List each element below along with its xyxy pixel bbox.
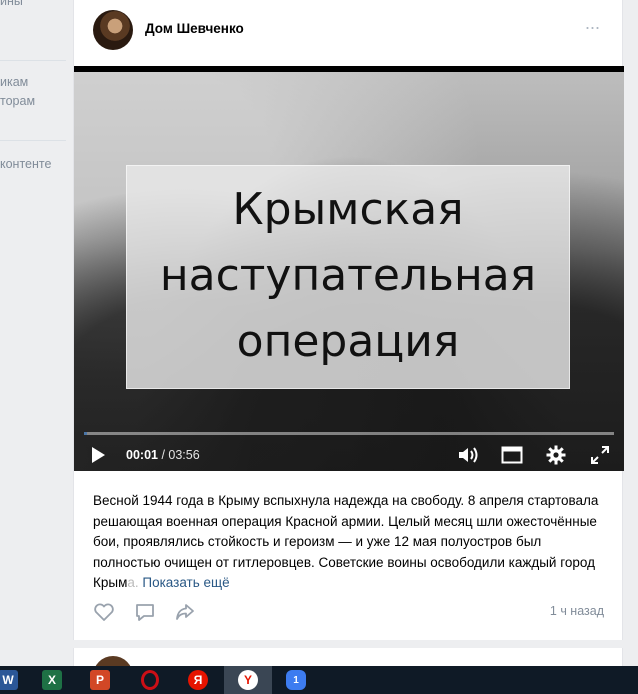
yandex-browser-icon: Y: [238, 670, 258, 690]
video-frame: Крымская наступательная операция: [74, 72, 624, 471]
volume-icon[interactable]: [454, 438, 482, 471]
video-progress-bar[interactable]: [84, 432, 614, 435]
taskbar-yandex[interactable]: Я: [174, 666, 222, 694]
author-name[interactable]: Дом Шевченко: [145, 21, 244, 36]
taskbar-app[interactable]: 1: [272, 666, 320, 694]
miniplayer-icon[interactable]: [498, 438, 526, 471]
video-title-line: наступательная: [159, 250, 537, 301]
sidebar-divider: [0, 60, 66, 61]
show-more-link[interactable]: Показать ещё: [142, 575, 229, 590]
post-text-fade: а.: [127, 575, 139, 590]
time-separator: /: [157, 448, 169, 462]
post-card: Дом Шевченко ··· Крымская наступательная…: [73, 0, 624, 640]
sidebar-item[interactable]: контенте: [0, 157, 51, 171]
comment-icon[interactable]: [133, 600, 157, 624]
fullscreen-icon[interactable]: [586, 438, 614, 471]
sidebar-item[interactable]: ины: [0, 0, 23, 8]
share-icon[interactable]: [173, 600, 197, 624]
post-header: Дом Шевченко ···: [74, 0, 622, 64]
taskbar: W X P Я Y 1: [0, 666, 638, 694]
taskbar-yandex-browser[interactable]: Y: [224, 666, 272, 694]
yandex-icon: Я: [188, 670, 208, 690]
post-text: Весной 1944 года в Крыму вспыхнула надеж…: [93, 491, 608, 594]
excel-icon: X: [42, 670, 62, 690]
video-title-box: Крымская наступательная операция: [126, 165, 570, 389]
more-options-icon[interactable]: ···: [582, 18, 602, 38]
video-controls: 00:01 / 03:56: [74, 438, 624, 471]
taskbar-powerpoint[interactable]: P: [76, 666, 124, 694]
play-icon[interactable]: [84, 438, 112, 471]
sidebar-item[interactable]: икам: [0, 75, 28, 89]
video-time: 00:01 / 03:56: [126, 448, 200, 462]
app-icon: 1: [286, 670, 306, 690]
left-sidebar: ины икам торам контенте: [0, 0, 72, 666]
settings-gear-icon[interactable]: [542, 438, 570, 471]
video-progress-fill: [84, 432, 87, 435]
post-time[interactable]: 1 ч назад: [550, 604, 604, 618]
author-avatar[interactable]: [93, 10, 133, 50]
taskbar-opera[interactable]: [126, 666, 174, 694]
like-heart-icon[interactable]: [92, 600, 116, 624]
word-icon: W: [0, 670, 18, 690]
taskbar-excel[interactable]: X: [28, 666, 76, 694]
powerpoint-icon: P: [90, 670, 110, 690]
page: ины икам торам контенте Дом Шевченко ···…: [0, 0, 638, 694]
sidebar-item[interactable]: торам: [0, 94, 35, 108]
total-time: 03:56: [168, 448, 200, 462]
video-title-line: Крымская: [232, 184, 464, 235]
sidebar-divider: [0, 140, 66, 141]
video-title-line: операция: [236, 316, 460, 367]
opera-icon: [141, 670, 159, 690]
post-actions: 1 ч назад: [74, 600, 624, 626]
current-time: 00:01: [126, 448, 158, 462]
video-player[interactable]: Крымская наступательная операция 00:01 /…: [74, 66, 624, 471]
